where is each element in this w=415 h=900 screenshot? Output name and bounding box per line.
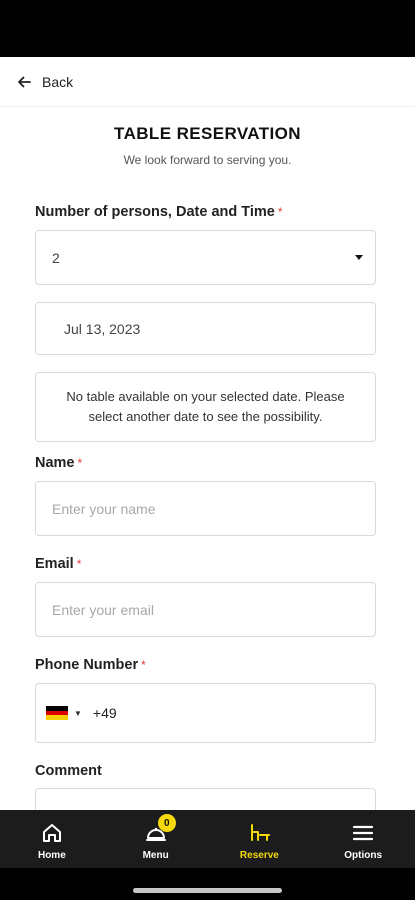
comment-label: Comment bbox=[35, 763, 102, 779]
tab-menu-label: Menu bbox=[142, 850, 169, 861]
home-icon bbox=[42, 824, 61, 842]
persons-value: 2 bbox=[52, 249, 60, 266]
persons-select[interactable]: 2 bbox=[35, 230, 376, 285]
date-picker[interactable]: Jul 13, 2023 bbox=[35, 302, 376, 355]
phone-label: Phone Number * bbox=[35, 657, 146, 673]
name-label: Name * bbox=[35, 455, 82, 471]
email-placeholder: Enter your email bbox=[52, 601, 154, 618]
tab-menu[interactable]: 0 Menu bbox=[104, 810, 208, 868]
comment-field[interactable] bbox=[35, 788, 376, 810]
reservation-form: TABLE RESERVATION We look forward to ser… bbox=[0, 107, 415, 810]
name-field[interactable]: Enter your name bbox=[35, 481, 376, 536]
home-indicator[interactable] bbox=[133, 888, 282, 893]
availability-notice: No table available on your selected date… bbox=[35, 372, 376, 442]
tab-options-label: Options bbox=[344, 850, 383, 861]
top-bar: Back bbox=[0, 57, 415, 107]
phone-field[interactable]: ▼ +49 bbox=[35, 683, 376, 743]
name-label-text: Name bbox=[35, 455, 75, 471]
arrow-left-icon bbox=[18, 76, 31, 87]
required-mark: * bbox=[141, 658, 146, 672]
phone-label-text: Phone Number bbox=[35, 657, 139, 673]
hamburger-icon bbox=[353, 825, 374, 841]
page-subtitle: We look forward to serving you. bbox=[123, 153, 292, 167]
required-mark: * bbox=[76, 557, 82, 571]
page-title: TABLE RESERVATION bbox=[114, 124, 301, 143]
persons-date-time-label-text: Number of persons, Date and Time bbox=[35, 204, 275, 220]
comment-label-text: Comment bbox=[35, 763, 102, 779]
persons-date-time-label: Number of persons, Date and Time * bbox=[35, 204, 283, 220]
system-nav-area bbox=[0, 868, 415, 900]
email-label: Email * bbox=[35, 556, 81, 572]
menu-badge: 0 bbox=[157, 814, 176, 832]
caret-down-icon bbox=[355, 255, 363, 260]
back-button[interactable]: Back bbox=[16, 74, 73, 90]
tab-home[interactable]: Home bbox=[0, 810, 104, 868]
name-placeholder: Enter your name bbox=[52, 500, 156, 517]
tab-options[interactable]: Options bbox=[311, 810, 415, 868]
tab-home-label: Home bbox=[37, 850, 66, 861]
germany-flag-icon[interactable] bbox=[46, 706, 68, 721]
status-bar bbox=[0, 0, 415, 57]
reserve-icon bbox=[251, 824, 271, 841]
back-label: Back bbox=[42, 73, 74, 90]
availability-notice-text: No table available on your selected date… bbox=[66, 389, 345, 424]
required-mark: * bbox=[77, 456, 83, 470]
email-label-text: Email bbox=[35, 556, 74, 572]
date-value: Jul 13, 2023 bbox=[64, 320, 141, 337]
email-field[interactable]: Enter your email bbox=[35, 582, 376, 637]
phone-dial-code: +49 bbox=[92, 705, 117, 721]
flag-stripe-gold bbox=[46, 715, 68, 721]
tab-reserve-label: Reserve bbox=[239, 850, 279, 861]
tab-reserve[interactable]: Reserve bbox=[208, 810, 312, 868]
bottom-tab-bar: Home 0 Menu Reserve Options bbox=[0, 810, 415, 868]
country-caret-icon[interactable]: ▼ bbox=[74, 709, 82, 718]
required-mark: * bbox=[277, 205, 283, 219]
